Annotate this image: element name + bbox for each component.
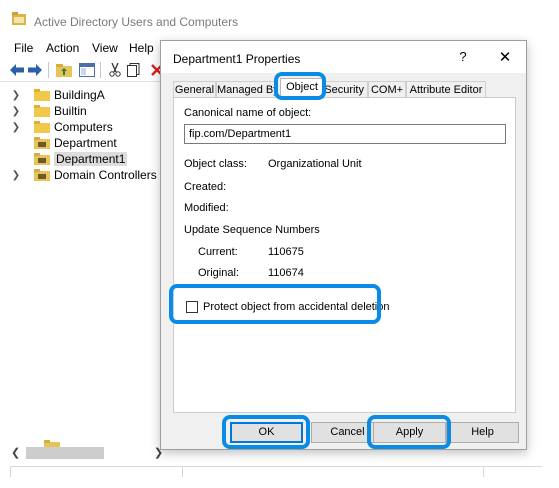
tree-item-label: BuildingA: [54, 88, 105, 102]
tree-item-department1[interactable]: Department1: [8, 151, 168, 167]
folder-icon: [34, 105, 50, 117]
apply-button[interactable]: Apply: [373, 422, 446, 443]
ou-folder-icon: [34, 169, 50, 181]
up-folder-icon[interactable]: [55, 61, 73, 79]
ou-folder-icon: [34, 153, 50, 165]
modified-label: Modified:: [184, 202, 229, 214]
tree-item-label: Domain Controllers: [54, 168, 157, 182]
tree-item-department[interactable]: Department: [8, 135, 168, 151]
scroll-left-icon[interactable]: ❮: [11, 446, 20, 459]
object-tab-panel: Canonical name of object: fip.com/Depart…: [173, 97, 516, 413]
help-button[interactable]: Help: [446, 422, 519, 443]
protect-deletion-label[interactable]: Protect object from accidental deletion: [203, 301, 390, 313]
object-class-label: Object class:: [184, 158, 247, 170]
tree-item-label: Builtin: [54, 104, 87, 118]
usn-current-value: 110675: [268, 246, 304, 258]
chevron-right-icon[interactable]: ❯: [8, 106, 24, 117]
tab-security[interactable]: Security: [322, 81, 368, 98]
tab-general[interactable]: General: [173, 81, 216, 98]
canonical-name-field[interactable]: fip.com/Department1: [184, 124, 506, 144]
properties-dialog: Department1 Properties ? ✕ General Manag…: [160, 40, 527, 450]
aduc-titlebar: Active Directory Users and Computers: [0, 0, 559, 38]
usn-original-value: 110674: [268, 267, 304, 279]
tree-item-domain-controllers[interactable]: ❯ Domain Controllers: [8, 167, 168, 183]
folder-icon: [34, 89, 50, 101]
aduc-app-icon: [12, 12, 26, 25]
toolbar-separator: [48, 62, 49, 78]
usn-original-label: Original:: [198, 267, 239, 279]
scrollbar-thumb[interactable]: [26, 447, 104, 459]
canonical-name-label: Canonical name of object:: [184, 107, 312, 119]
menu-file[interactable]: File: [14, 41, 33, 55]
dialog-title: Department1 Properties: [173, 52, 301, 66]
ok-button[interactable]: OK: [230, 422, 303, 443]
ou-folder-icon: [34, 137, 50, 149]
aduc-window-title: Active Directory Users and Computers: [34, 15, 239, 29]
menu-view[interactable]: View: [92, 41, 118, 55]
tree-item-computers[interactable]: ❯ Computers: [8, 119, 168, 135]
dialog-titlebar[interactable]: Department1 Properties ? ✕: [161, 41, 526, 73]
toolbar: [0, 58, 170, 82]
tab-attribute-editor[interactable]: Attribute Editor: [406, 81, 486, 98]
protect-deletion-checkbox[interactable]: [186, 301, 198, 313]
tree-item-label: Computers: [54, 120, 113, 134]
horizontal-scrollbar[interactable]: ❮ ❯: [8, 444, 170, 462]
forward-arrow-icon[interactable]: [26, 61, 44, 79]
tree-item-buildinga[interactable]: ❯ BuildingA: [8, 87, 168, 103]
status-cell: [182, 467, 183, 477]
status-cell: [10, 467, 11, 477]
object-class-value: Organizational Unit: [268, 158, 362, 170]
protect-deletion-row[interactable]: Protect object from accidental deletion: [186, 301, 390, 313]
usn-label: Update Sequence Numbers: [184, 224, 320, 236]
close-icon[interactable]: ✕: [494, 48, 516, 68]
usn-current-label: Current:: [198, 246, 238, 258]
show-hide-console-tree-icon[interactable]: [78, 61, 96, 79]
back-arrow-icon[interactable]: [8, 61, 26, 79]
chevron-right-icon[interactable]: ❯: [8, 170, 24, 181]
created-label: Created:: [184, 181, 227, 193]
console-tree: ❯ BuildingA ❯ Builtin ❯ Computers Depart…: [8, 82, 170, 442]
chevron-right-icon[interactable]: ❯: [8, 122, 24, 133]
cut-icon[interactable]: [106, 61, 124, 79]
menu-action[interactable]: Action: [46, 41, 79, 55]
toolbar-separator: [100, 62, 101, 78]
tree-item-label: Department: [54, 136, 117, 150]
chevron-right-icon[interactable]: ❯: [8, 90, 24, 101]
folder-icon: [34, 121, 50, 133]
help-question-icon[interactable]: ?: [452, 49, 474, 67]
tab-managed-by[interactable]: Managed By: [216, 81, 276, 98]
tree-item-label: Department1: [54, 152, 128, 166]
menu-help[interactable]: Help: [129, 41, 154, 55]
copy-icon[interactable]: [124, 61, 142, 79]
tab-object[interactable]: Object: [280, 78, 324, 99]
menu-bar: File Action View Help: [0, 38, 170, 58]
status-bar: [10, 466, 542, 477]
tree-item-builtin[interactable]: ❯ Builtin: [8, 103, 168, 119]
status-cell: [483, 467, 484, 477]
tab-com-plus[interactable]: COM+: [368, 81, 406, 98]
